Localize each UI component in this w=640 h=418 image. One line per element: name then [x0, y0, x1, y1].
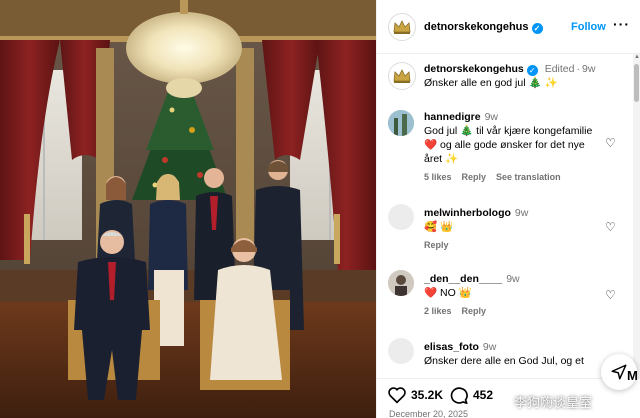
- like-button[interactable]: 35.2K: [387, 386, 443, 404]
- comment-time: 9w: [506, 273, 520, 285]
- commenter-avatar[interactable]: [388, 338, 414, 364]
- more-options-icon[interactable]: ···: [613, 16, 630, 32]
- comment-text: 🥰 👑: [424, 221, 454, 233]
- comment-row: hannedigre 9w God jul 🎄 til vår kjære kon…: [377, 110, 633, 200]
- comment-likes[interactable]: 2 likes: [424, 306, 452, 316]
- post-header: detnorskekongehus ✓ Follow ···: [377, 0, 640, 54]
- comment-text-block: melwinherbologo 9w 🥰 👑 Reply: [424, 206, 594, 252]
- messages-label-partial[interactable]: M: [627, 368, 638, 383]
- comment-meta: 5 likes Reply See translation: [424, 170, 594, 184]
- crown-icon: [393, 69, 411, 83]
- commenter-username[interactable]: melwinherbologo: [424, 207, 511, 219]
- caption-text-block: detnorskekongehus ✓ Edited · 9w Ønsker alle…: [424, 62, 624, 90]
- like-comment-heart-icon[interactable]: ♡: [605, 136, 616, 150]
- comments-scrollbar[interactable]: ▲: [633, 54, 640, 378]
- comment-text-block: hannedigre 9w God jul 🎄 til vår kjære kon…: [424, 110, 594, 184]
- commenter-username[interactable]: _den__den____: [424, 273, 502, 285]
- comment-text-block: _den__den____ 9w ❤️ NO 👑 2 likes Reply: [424, 272, 594, 318]
- like-comment-heart-icon[interactable]: ♡: [605, 288, 616, 302]
- comments-panel: detnorskekongehus ✓ Follow ··· detnorskek…: [376, 0, 640, 418]
- verified-badge-icon: ✓: [526, 65, 538, 76]
- heart-icon: [388, 387, 406, 404]
- comment-bubble-icon: [450, 387, 468, 404]
- commenter-avatar[interactable]: [388, 270, 414, 296]
- comment-time: 9w: [514, 207, 529, 219]
- caption-text: Ønsker alle en god jul 🎄 ✨: [424, 77, 558, 89]
- post-actions: 35.2K 452 December 20, 2025: [377, 378, 640, 418]
- comment-text: Ønsker dere alle en God Jul, og et: [424, 355, 584, 367]
- reply-button[interactable]: Reply: [462, 172, 487, 182]
- caption-time: 9w: [581, 63, 596, 75]
- crown-icon: [393, 20, 411, 34]
- avatar-photo: [388, 270, 414, 296]
- like-comment-heart-icon[interactable]: ♡: [605, 220, 616, 234]
- caption-edited: Edited: [544, 63, 575, 75]
- follow-button[interactable]: Follow: [571, 21, 606, 33]
- comment-time: 9w: [482, 341, 497, 353]
- scroll-up-arrow-icon[interactable]: ▲: [634, 54, 640, 60]
- comment-likes[interactable]: 5 likes: [424, 172, 452, 182]
- caption-avatar[interactable]: [388, 62, 416, 90]
- see-translation-button[interactable]: See translation: [496, 172, 561, 182]
- commenter-username[interactable]: hannedigre: [424, 111, 481, 123]
- send-paper-plane-icon: [611, 364, 627, 380]
- reply-button[interactable]: Reply: [462, 306, 487, 316]
- comment-button[interactable]: 452: [449, 386, 493, 404]
- reply-button[interactable]: Reply: [424, 240, 449, 250]
- avatar-photo: [388, 110, 414, 136]
- comment-text: God jul 🎄 til vår kjære kongefamilie ❤️ …: [424, 125, 593, 165]
- commenter-username[interactable]: elisas_foto: [424, 341, 479, 353]
- royal-family-photo: [0, 0, 376, 418]
- likes-count: 35.2K: [411, 388, 444, 402]
- comment-list: detnorskekongehus ✓ Edited · 9w Ønsker alle…: [377, 54, 633, 378]
- caption-row: detnorskekongehus ✓ Edited · 9w Ønsker alle…: [377, 62, 633, 98]
- comment-row: elisas_foto 9w Ønsker dere alle en God Ju…: [377, 338, 633, 378]
- comment-meta: 2 likes Reply: [424, 304, 594, 318]
- comment-text: ❤️ NO 👑: [424, 287, 472, 299]
- comment-row: melwinherbologo 9w 🥰 👑 Reply ♡: [377, 204, 633, 254]
- comment-row: _den__den____ 9w ❤️ NO 👑 2 likes Reply ♡: [377, 270, 633, 326]
- verified-badge-icon: ✓: [531, 23, 543, 34]
- commenter-avatar[interactable]: [388, 110, 414, 136]
- post-date: December 20, 2025: [389, 409, 469, 418]
- caption-middot: ·: [576, 63, 580, 75]
- comment-time: 9w: [484, 111, 499, 123]
- comments-count: 452: [473, 388, 494, 402]
- profile-username[interactable]: detnorskekongehus ✓: [424, 21, 543, 34]
- scrollbar-thumb[interactable]: [634, 64, 639, 102]
- post-photo[interactable]: [0, 0, 376, 418]
- commenter-avatar[interactable]: [388, 204, 414, 230]
- caption-username[interactable]: detnorskekongehus: [424, 63, 524, 75]
- watermark-text: 李狗嗨谈皇室: [514, 396, 593, 411]
- comment-meta: Reply: [424, 238, 594, 252]
- comment-text-block: elisas_foto 9w Ønsker dere alle en God Ju…: [424, 340, 594, 368]
- profile-avatar[interactable]: [388, 13, 416, 41]
